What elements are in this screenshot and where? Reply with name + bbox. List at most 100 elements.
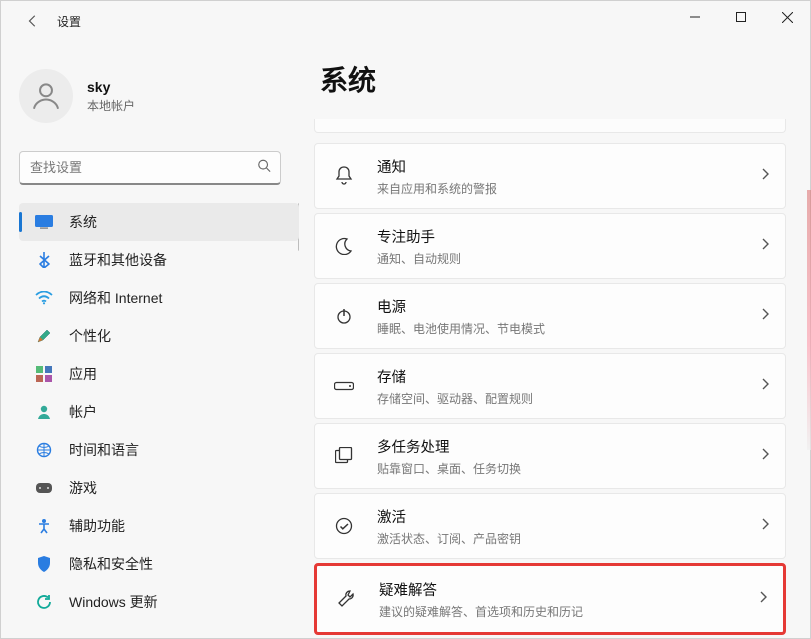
card-text: 通知 来自应用和系统的警报	[377, 156, 761, 197]
close-icon	[782, 12, 793, 23]
drive-icon	[333, 375, 355, 397]
maximize-icon	[736, 12, 746, 22]
gamepad-icon	[35, 479, 53, 497]
sidebar-item-label: 应用	[69, 364, 97, 384]
sidebar-item-network[interactable]: 网络和 Internet	[19, 279, 299, 317]
card-title: 专注助手	[377, 226, 761, 247]
shield-icon	[35, 555, 53, 573]
card-sub: 来自应用和系统的警报	[377, 180, 761, 197]
moon-icon	[333, 235, 355, 257]
update-icon	[35, 593, 53, 611]
card-text: 多任务处理 贴靠窗口、桌面、任务切换	[377, 436, 761, 477]
main: 系统 通知 来自应用和系统的警报	[306, 41, 810, 638]
window-title: 设置	[57, 13, 81, 30]
wifi-icon	[35, 289, 53, 307]
sidebar-item-label: 个性化	[69, 326, 111, 346]
sidebar-item-accounts[interactable]: 帐户	[19, 393, 299, 431]
card-sub: 建议的疑难解答、首选项和历史和历记	[379, 603, 759, 620]
chevron-right-icon	[761, 237, 769, 255]
sidebar-item-privacy[interactable]: 隐私和安全性	[19, 545, 299, 583]
arrow-left-icon	[26, 14, 40, 28]
sidebar-item-label: 蓝牙和其他设备	[69, 250, 167, 270]
search-input[interactable]	[19, 151, 281, 185]
sidebar-item-label: Windows 更新	[69, 592, 158, 612]
chevron-right-icon	[761, 167, 769, 185]
card-title: 多任务处理	[377, 436, 761, 457]
apps-icon	[35, 365, 53, 383]
right-edge-decoration	[807, 190, 811, 450]
page-title: 系统	[320, 59, 786, 99]
brush-icon	[35, 327, 53, 345]
card-title: 电源	[377, 296, 761, 317]
card-title: 疑难解答	[379, 579, 759, 600]
sidebar-item-label: 时间和语言	[69, 440, 139, 460]
card-text: 电源 睡眠、电池使用情况、节电模式	[377, 296, 761, 337]
settings-cards: 通知 来自应用和系统的警报 专注助手 通知、自动规则	[314, 119, 786, 635]
sidebar-item-gaming[interactable]: 游戏	[19, 469, 299, 507]
body: sky 本地帐户 系统	[1, 41, 810, 638]
minimize-button[interactable]	[672, 1, 718, 33]
card-troubleshoot[interactable]: 疑难解答 建议的疑难解答、首选项和历史和历记	[314, 563, 786, 635]
check-circle-icon	[333, 515, 355, 537]
sidebar-item-label: 帐户	[69, 402, 97, 422]
chevron-right-icon	[761, 517, 769, 535]
search-icon	[257, 159, 271, 178]
card-sub: 存储空间、驱动器、配置规则	[377, 390, 761, 407]
maximize-button[interactable]	[718, 1, 764, 33]
bluetooth-icon	[35, 251, 53, 269]
window-controls	[672, 1, 810, 33]
power-icon	[333, 305, 355, 327]
nav: 系统 蓝牙和其他设备 网络和 Internet	[19, 203, 299, 621]
chevron-right-icon	[759, 590, 767, 608]
card-activation[interactable]: 激活 激活状态、订阅、产品密钥	[314, 493, 786, 559]
multitask-icon	[333, 445, 355, 467]
wrench-icon	[335, 588, 357, 610]
minimize-icon	[690, 12, 700, 22]
user-text: sky 本地帐户	[87, 79, 135, 114]
sidebar-item-label: 游戏	[69, 478, 97, 498]
sidebar-item-windows-update[interactable]: Windows 更新	[19, 583, 299, 621]
close-button[interactable]	[764, 1, 810, 33]
card-title: 存储	[377, 366, 761, 387]
back-button[interactable]	[19, 7, 47, 35]
search-wrap	[19, 151, 281, 185]
card-text: 专注助手 通知、自动规则	[377, 226, 761, 267]
user-sub: 本地帐户	[87, 97, 135, 114]
sidebar: sky 本地帐户 系统	[1, 41, 306, 638]
bell-icon	[333, 165, 355, 187]
card-title: 激活	[377, 506, 761, 527]
card-sub: 贴靠窗口、桌面、任务切换	[377, 460, 761, 477]
chevron-right-icon	[761, 307, 769, 325]
sidebar-item-label: 隐私和安全性	[69, 554, 153, 574]
sidebar-item-bluetooth[interactable]: 蓝牙和其他设备	[19, 241, 299, 279]
chevron-right-icon	[761, 447, 769, 465]
sidebar-item-personalization[interactable]: 个性化	[19, 317, 299, 355]
card-focus-assist[interactable]: 专注助手 通知、自动规则	[314, 213, 786, 279]
card-notifications[interactable]: 通知 来自应用和系统的警报	[314, 143, 786, 209]
sidebar-item-apps[interactable]: 应用	[19, 355, 299, 393]
settings-window: 设置 sky	[0, 0, 811, 639]
display-icon	[35, 213, 53, 231]
card-sub: 通知、自动规则	[377, 250, 761, 267]
card-sub: 激活状态、订阅、产品密钥	[377, 530, 761, 547]
titlebar: 设置	[1, 1, 810, 41]
sidebar-item-label: 系统	[69, 212, 97, 232]
card-power[interactable]: 电源 睡眠、电池使用情况、节电模式	[314, 283, 786, 349]
card-title: 通知	[377, 156, 761, 177]
card-storage[interactable]: 存储 存储空间、驱动器、配置规则	[314, 353, 786, 419]
accessibility-icon	[35, 517, 53, 535]
card-stub-prev	[314, 119, 786, 133]
globe-clock-icon	[35, 441, 53, 459]
card-sub: 睡眠、电池使用情况、节电模式	[377, 320, 761, 337]
card-text: 疑难解答 建议的疑难解答、首选项和历史和历记	[379, 579, 759, 620]
card-text: 存储 存储空间、驱动器、配置规则	[377, 366, 761, 407]
avatar	[19, 69, 73, 123]
card-multitasking[interactable]: 多任务处理 贴靠窗口、桌面、任务切换	[314, 423, 786, 489]
user-name: sky	[87, 79, 135, 95]
sidebar-item-system[interactable]: 系统	[19, 203, 299, 241]
account-icon	[35, 403, 53, 421]
sidebar-item-accessibility[interactable]: 辅助功能	[19, 507, 299, 545]
user-row[interactable]: sky 本地帐户	[19, 69, 306, 123]
sidebar-item-label: 网络和 Internet	[69, 288, 162, 308]
sidebar-item-time-language[interactable]: 时间和语言	[19, 431, 299, 469]
